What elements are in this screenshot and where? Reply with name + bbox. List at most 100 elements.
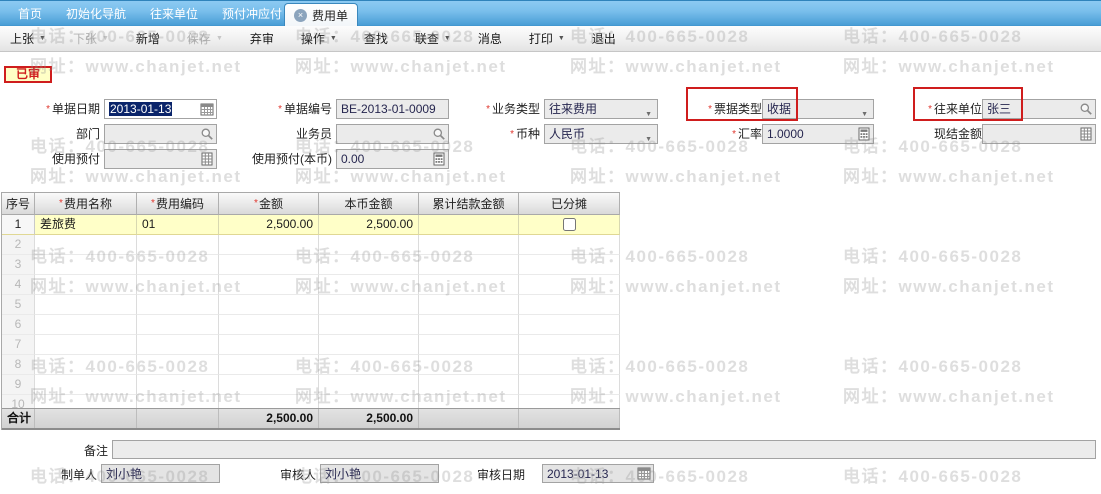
fee-name-cell[interactable] <box>35 235 137 255</box>
allocated-checkbox[interactable] <box>562 218 576 231</box>
amount-cell[interactable] <box>219 335 319 355</box>
fee-name-cell[interactable] <box>35 255 137 275</box>
amount-cell[interactable] <box>219 295 319 315</box>
amount-cell[interactable] <box>219 315 319 335</box>
fee-code-cell[interactable] <box>137 295 219 315</box>
allocated-cell[interactable] <box>519 315 620 335</box>
prepay-local-input[interactable]: 0.00 <box>336 149 449 169</box>
calendar-icon[interactable] <box>200 102 214 116</box>
amount-cell[interactable] <box>219 235 319 255</box>
unaudit-button[interactable]: 弃审 <box>250 30 274 47</box>
salesman-input[interactable] <box>336 124 449 144</box>
find-button[interactable]: 查找 <box>364 30 388 47</box>
fee-name-cell[interactable] <box>35 315 137 335</box>
total-empty-cell <box>137 409 219 428</box>
local-amount-cell[interactable] <box>319 275 419 295</box>
prev-doc-button[interactable]: 上张 ▼ <box>10 30 46 47</box>
chevron-down-icon[interactable]: ▼ <box>645 131 652 143</box>
close-tab-icon[interactable]: × <box>294 8 307 22</box>
amount-cell[interactable] <box>219 375 319 395</box>
fee-name-cell[interactable] <box>35 275 137 295</box>
amount-cell[interactable]: 2,500.00 <box>219 215 319 235</box>
bill-type-select[interactable]: 收据 ▼ <box>762 99 874 119</box>
fee-code-cell[interactable] <box>137 335 219 355</box>
amount-cell[interactable] <box>219 255 319 275</box>
amount-cell[interactable] <box>219 275 319 295</box>
local-amount-cell[interactable] <box>319 235 419 255</box>
doc-date-input[interactable]: 2013-01-13 <box>104 99 217 119</box>
message-button[interactable]: 消息 <box>478 30 502 47</box>
fee-code-cell[interactable] <box>137 375 219 395</box>
fee-name-cell[interactable] <box>35 375 137 395</box>
currency-select[interactable]: 人民币 ▼ <box>544 124 658 144</box>
related-query-button[interactable]: 联查 ▼ <box>415 30 451 47</box>
settled-amount-cell[interactable] <box>419 255 519 275</box>
department-label: 部门 <box>75 127 100 141</box>
calculator-icon[interactable] <box>432 152 446 166</box>
fee-name-cell[interactable] <box>35 355 137 375</box>
fee-code-cell[interactable] <box>137 315 219 335</box>
audit-date-label: 审核日期 <box>476 468 525 482</box>
audit-date-input[interactable]: 2013-01-13 <box>542 464 654 483</box>
chevron-down-icon[interactable]: ▼ <box>645 106 652 118</box>
tab-partners[interactable]: 往来单位 <box>150 5 198 22</box>
allocated-cell[interactable] <box>519 215 620 235</box>
exit-button[interactable]: 退出 <box>592 30 616 47</box>
local-amount-cell[interactable] <box>319 355 419 375</box>
tab-fee-doc[interactable]: × 费用单 <box>284 3 359 26</box>
local-amount-cell[interactable]: 2,500.00 <box>319 215 419 235</box>
fee-code-cell[interactable] <box>137 355 219 375</box>
settled-amount-cell[interactable] <box>419 335 519 355</box>
grid-icon[interactable] <box>200 152 214 166</box>
rate-input[interactable]: 1.0000 <box>762 124 874 144</box>
local-amount-cell[interactable] <box>319 315 419 335</box>
calendar-icon[interactable] <box>637 466 651 480</box>
fee-name-cell[interactable] <box>35 295 137 315</box>
actions-button[interactable]: 操作 ▼ <box>301 30 337 47</box>
local-amount-cell[interactable] <box>319 255 419 275</box>
prepay-input[interactable] <box>104 149 217 169</box>
fee-code-cell[interactable] <box>137 275 219 295</box>
allocated-cell[interactable] <box>519 275 620 295</box>
tab-prepay-offset[interactable]: 预付冲应付 <box>222 5 282 22</box>
tab-home[interactable]: 首页 <box>18 5 42 22</box>
allocated-cell[interactable] <box>519 235 620 255</box>
settled-amount-cell[interactable] <box>419 375 519 395</box>
search-icon[interactable] <box>432 127 446 141</box>
settled-amount-cell[interactable] <box>419 215 519 235</box>
prev-doc-button-label: 上张 <box>10 32 35 46</box>
grid-icon[interactable] <box>1079 127 1093 141</box>
new-button[interactable]: 新增 <box>136 30 160 47</box>
local-amount-cell[interactable] <box>319 335 419 355</box>
settled-amount-cell[interactable] <box>419 275 519 295</box>
settled-amount-cell[interactable] <box>419 315 519 335</box>
allocated-cell[interactable] <box>519 375 620 395</box>
settled-amount-cell[interactable] <box>419 295 519 315</box>
cash-amount-input[interactable] <box>982 124 1096 144</box>
search-icon[interactable] <box>200 127 214 141</box>
allocated-cell[interactable] <box>519 355 620 375</box>
chevron-down-icon[interactable]: ▼ <box>861 106 868 118</box>
fee-code-cell[interactable]: 01 <box>137 215 219 235</box>
fee-code-cell[interactable] <box>137 255 219 275</box>
department-input[interactable] <box>104 124 217 144</box>
settled-amount-cell[interactable] <box>419 355 519 375</box>
local-amount-cell[interactable] <box>319 375 419 395</box>
search-icon[interactable] <box>1079 102 1093 116</box>
amount-cell[interactable] <box>219 355 319 375</box>
fee-name-cell[interactable]: 差旅费 <box>35 215 137 235</box>
allocated-cell[interactable] <box>519 335 620 355</box>
fee-code-cell[interactable] <box>137 235 219 255</box>
local-amount-cell[interactable] <box>319 295 419 315</box>
settled-amount-cell[interactable] <box>419 235 519 255</box>
partner-input[interactable]: 张三 <box>982 99 1096 119</box>
remark-input[interactable] <box>112 440 1096 459</box>
fee-name-cell[interactable] <box>35 335 137 355</box>
calculator-icon[interactable] <box>857 127 871 141</box>
print-button[interactable]: 打印 ▼ <box>529 30 565 47</box>
allocated-cell[interactable] <box>519 255 620 275</box>
allocated-cell[interactable] <box>519 295 620 315</box>
row-number-cell: 7 <box>2 335 35 355</box>
tab-init-nav[interactable]: 初始化导航 <box>66 5 126 22</box>
biz-type-select[interactable]: 往来费用 ▼ <box>544 99 658 119</box>
